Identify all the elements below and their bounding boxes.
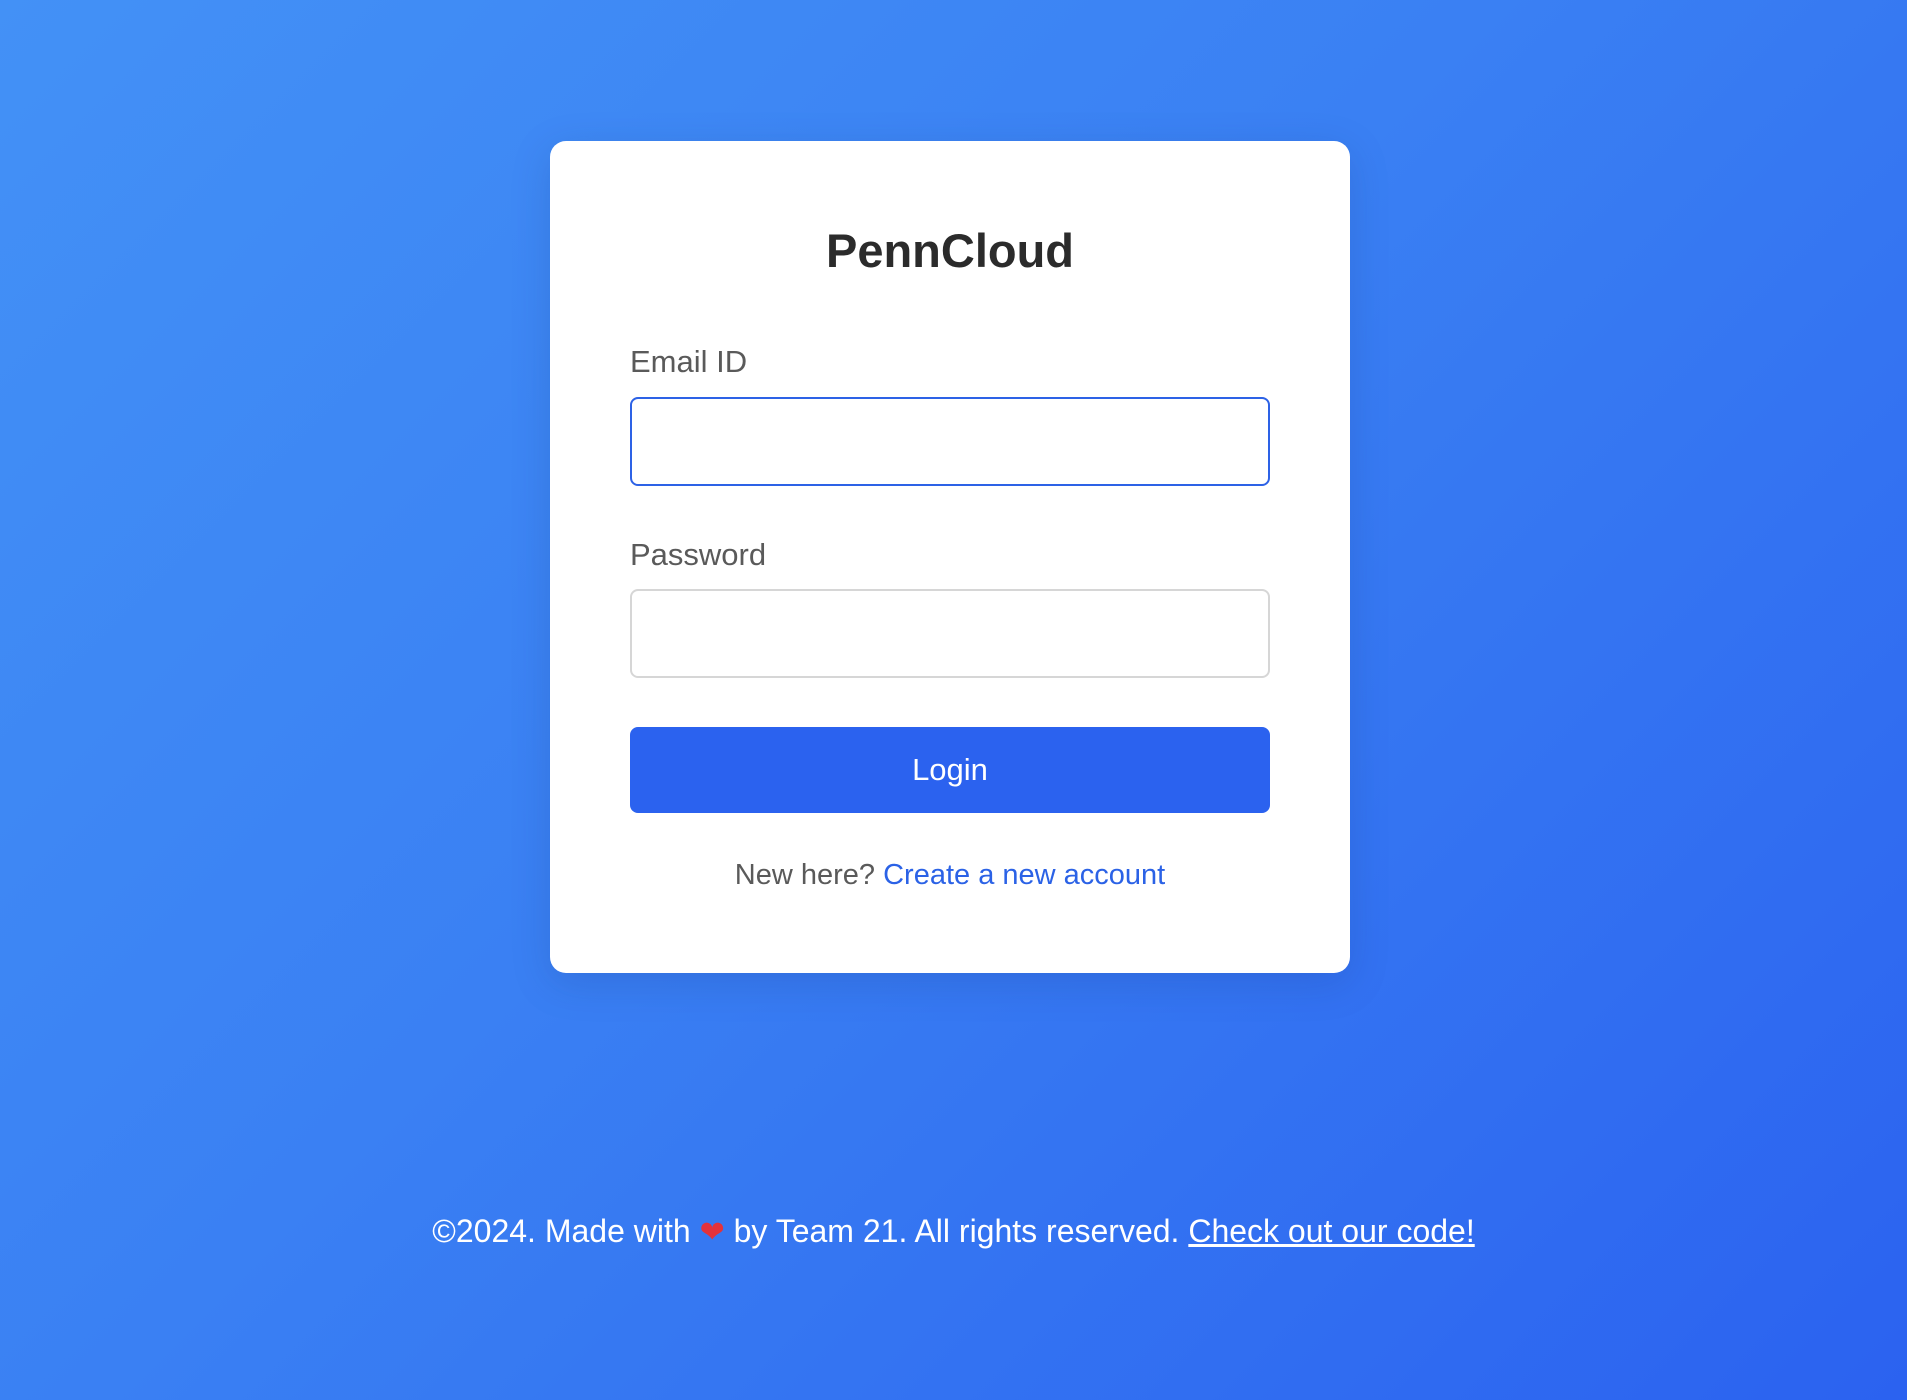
signup-row: New here? Create a new account [630,859,1270,892]
login-button[interactable]: Login [630,726,1270,813]
footer: ©2024. Made with ❤ by Team 21. All right… [0,1213,1907,1250]
create-account-link[interactable]: Create a new account [883,859,1165,891]
footer-text-before: ©2024. Made with [432,1213,691,1249]
app-title: PennCloud [825,224,1075,277]
heart-icon: ❤ [699,1216,725,1249]
signup-prompt: New here? [734,858,876,891]
password-label: Password [630,536,767,572]
email-label: Email ID [630,344,748,380]
email-input[interactable] [630,396,1270,486]
footer-text-after: by Team 21. All rights reserved. [733,1213,1180,1249]
password-input[interactable] [630,588,1270,678]
login-card: PennCloud Email ID Password Login New he… [550,141,1350,973]
code-link[interactable]: Check out our code! [1188,1213,1474,1249]
